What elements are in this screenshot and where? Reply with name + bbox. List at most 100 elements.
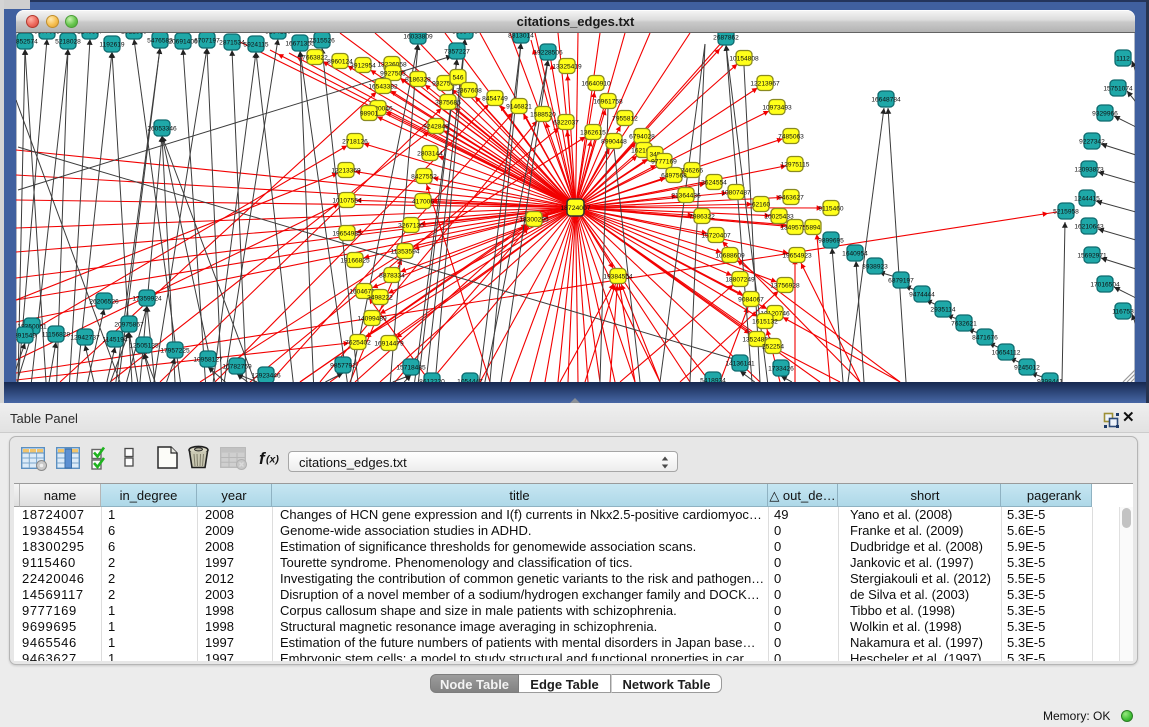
svg-text:98901: 98901 <box>360 110 379 117</box>
svg-text:1615132: 1615132 <box>752 318 778 325</box>
svg-text:26206526: 26206526 <box>89 298 119 305</box>
svg-text:9927503: 9927503 <box>380 70 406 77</box>
svg-text:14136141: 14136141 <box>725 360 755 367</box>
svg-text:9245012: 9245012 <box>1014 364 1040 371</box>
svg-text:12942737: 12942737 <box>70 334 100 341</box>
svg-text:7485063: 7485063 <box>778 133 804 140</box>
svg-text:8852574: 8852574 <box>16 38 38 45</box>
svg-text:11353594: 11353594 <box>391 248 420 255</box>
svg-text:7955812: 7955812 <box>612 115 638 122</box>
svg-text:15751074: 15751074 <box>1103 85 1133 92</box>
svg-text:16782759: 16782759 <box>222 363 252 370</box>
svg-text:1733426: 1733426 <box>768 365 794 372</box>
svg-text:546: 546 <box>452 74 463 81</box>
svg-text:12213369: 12213369 <box>331 167 361 174</box>
svg-text:7515526: 7515526 <box>309 37 335 44</box>
svg-text:1192619: 1192619 <box>99 41 125 48</box>
svg-text:16543382: 16543382 <box>368 83 398 90</box>
svg-text:18724007: 18724007 <box>560 205 590 212</box>
svg-text:8471676: 8471676 <box>972 334 998 341</box>
svg-text:6497568: 6497568 <box>661 172 687 179</box>
svg-text:6794028: 6794028 <box>629 133 655 140</box>
svg-text:3912954: 3912954 <box>350 62 376 69</box>
svg-text:252254: 252254 <box>762 343 784 350</box>
svg-text:15718485: 15718485 <box>396 364 426 371</box>
svg-text:17957225: 17957225 <box>160 347 190 354</box>
svg-text:6322037: 6322037 <box>553 119 579 126</box>
svg-text:9463627: 9463627 <box>778 194 804 201</box>
svg-text:19384554: 19384554 <box>603 273 633 280</box>
svg-text:8186328: 8186328 <box>405 76 431 83</box>
svg-text:9777169: 9777169 <box>651 158 677 165</box>
svg-text:16640910: 16640910 <box>581 80 611 87</box>
svg-text:14099489: 14099489 <box>357 315 387 322</box>
svg-text:3267130: 3267130 <box>398 222 424 229</box>
svg-text:10107554: 10107554 <box>332 197 362 204</box>
svg-text:9474444: 9474444 <box>909 291 935 298</box>
svg-text:116753: 116753 <box>1112 308 1134 315</box>
svg-text:26053346: 26053346 <box>147 125 177 132</box>
svg-text:1588520: 1588520 <box>530 111 556 118</box>
svg-text:7986322: 7986322 <box>689 213 715 220</box>
svg-text:18807249: 18807249 <box>725 276 755 283</box>
svg-text:9115460: 9115460 <box>818 205 844 212</box>
svg-text:5924115: 5924115 <box>243 41 269 48</box>
svg-text:21364436: 21364436 <box>671 192 701 199</box>
svg-text:391549: 391549 <box>16 332 36 339</box>
svg-text:1054447: 1054447 <box>457 378 483 382</box>
svg-text:19228506: 19228506 <box>533 49 563 56</box>
svg-text:8294150: 8294150 <box>265 33 291 35</box>
svg-text:10973493: 10973493 <box>762 104 792 111</box>
svg-text:8612220: 8612220 <box>419 378 445 382</box>
svg-text:1362615: 1362615 <box>580 129 606 136</box>
svg-text:6707197: 6707197 <box>194 37 220 44</box>
svg-text:9242848: 9242848 <box>423 123 449 130</box>
svg-text:5894: 5894 <box>806 224 821 231</box>
svg-text:9329966: 9329966 <box>1092 110 1118 117</box>
svg-text:5418934: 5418934 <box>700 377 726 382</box>
svg-text:12093873: 12093873 <box>1074 166 1104 173</box>
svg-text:15720407: 15720407 <box>701 232 731 239</box>
svg-text:9899695: 9899695 <box>818 237 844 244</box>
svg-text:7663822: 7663822 <box>302 54 328 61</box>
svg-text:7357227: 7357227 <box>444 48 470 55</box>
svg-text:6879197: 6879197 <box>888 277 914 284</box>
svg-text:18300295: 18300295 <box>519 216 549 223</box>
svg-text:7625402: 7625402 <box>345 339 371 346</box>
svg-text:1240557: 1240557 <box>77 33 103 35</box>
svg-text:9084067: 9084067 <box>738 296 764 303</box>
svg-text:1640954: 1640954 <box>842 250 868 257</box>
svg-text:2367608: 2367608 <box>456 87 482 94</box>
svg-text:10154808: 10154808 <box>729 55 759 62</box>
svg-text:417006: 417006 <box>412 198 434 205</box>
svg-text:8990448: 8990448 <box>601 138 627 145</box>
svg-text:17016504: 17016504 <box>1090 281 1120 288</box>
svg-text:20975867: 20975867 <box>114 321 144 328</box>
svg-text:1244415: 1244415 <box>1074 195 1100 202</box>
svg-text:17359924: 17359924 <box>132 295 162 302</box>
svg-text:12975115: 12975115 <box>781 161 810 168</box>
svg-text:12505135: 12505135 <box>129 342 159 349</box>
svg-text:8454749: 8454749 <box>482 95 508 102</box>
svg-text:11156829: 11156829 <box>42 331 71 338</box>
svg-text:2803144: 2803144 <box>417 150 443 157</box>
svg-text:16961758: 16961758 <box>593 98 623 105</box>
svg-text:19654985: 19654985 <box>332 230 362 237</box>
svg-text:2935114: 2935114 <box>930 306 956 313</box>
svg-text:16210643: 16210643 <box>1074 223 1104 230</box>
svg-text:3875685: 3875685 <box>435 99 461 106</box>
svg-text:62160: 62160 <box>752 201 771 208</box>
svg-text:1145194: 1145194 <box>102 336 128 343</box>
svg-text:15692971: 15692971 <box>1077 252 1107 259</box>
svg-text:5218028: 5218028 <box>55 38 81 45</box>
svg-text:5215958: 5215958 <box>1053 208 1079 215</box>
svg-text:3498222: 3498222 <box>367 294 393 301</box>
svg-text:(x): (x) <box>266 454 279 466</box>
svg-text:10688609: 10688609 <box>715 252 745 259</box>
svg-text:3653446: 3653446 <box>452 33 478 35</box>
svg-text:9877065: 9877065 <box>34 33 60 35</box>
svg-text:19166825: 19166825 <box>340 257 370 264</box>
svg-text:8878334: 8878334 <box>379 272 405 279</box>
svg-text:7632621: 7632621 <box>951 320 977 327</box>
svg-text:10958127: 10958127 <box>193 356 223 363</box>
